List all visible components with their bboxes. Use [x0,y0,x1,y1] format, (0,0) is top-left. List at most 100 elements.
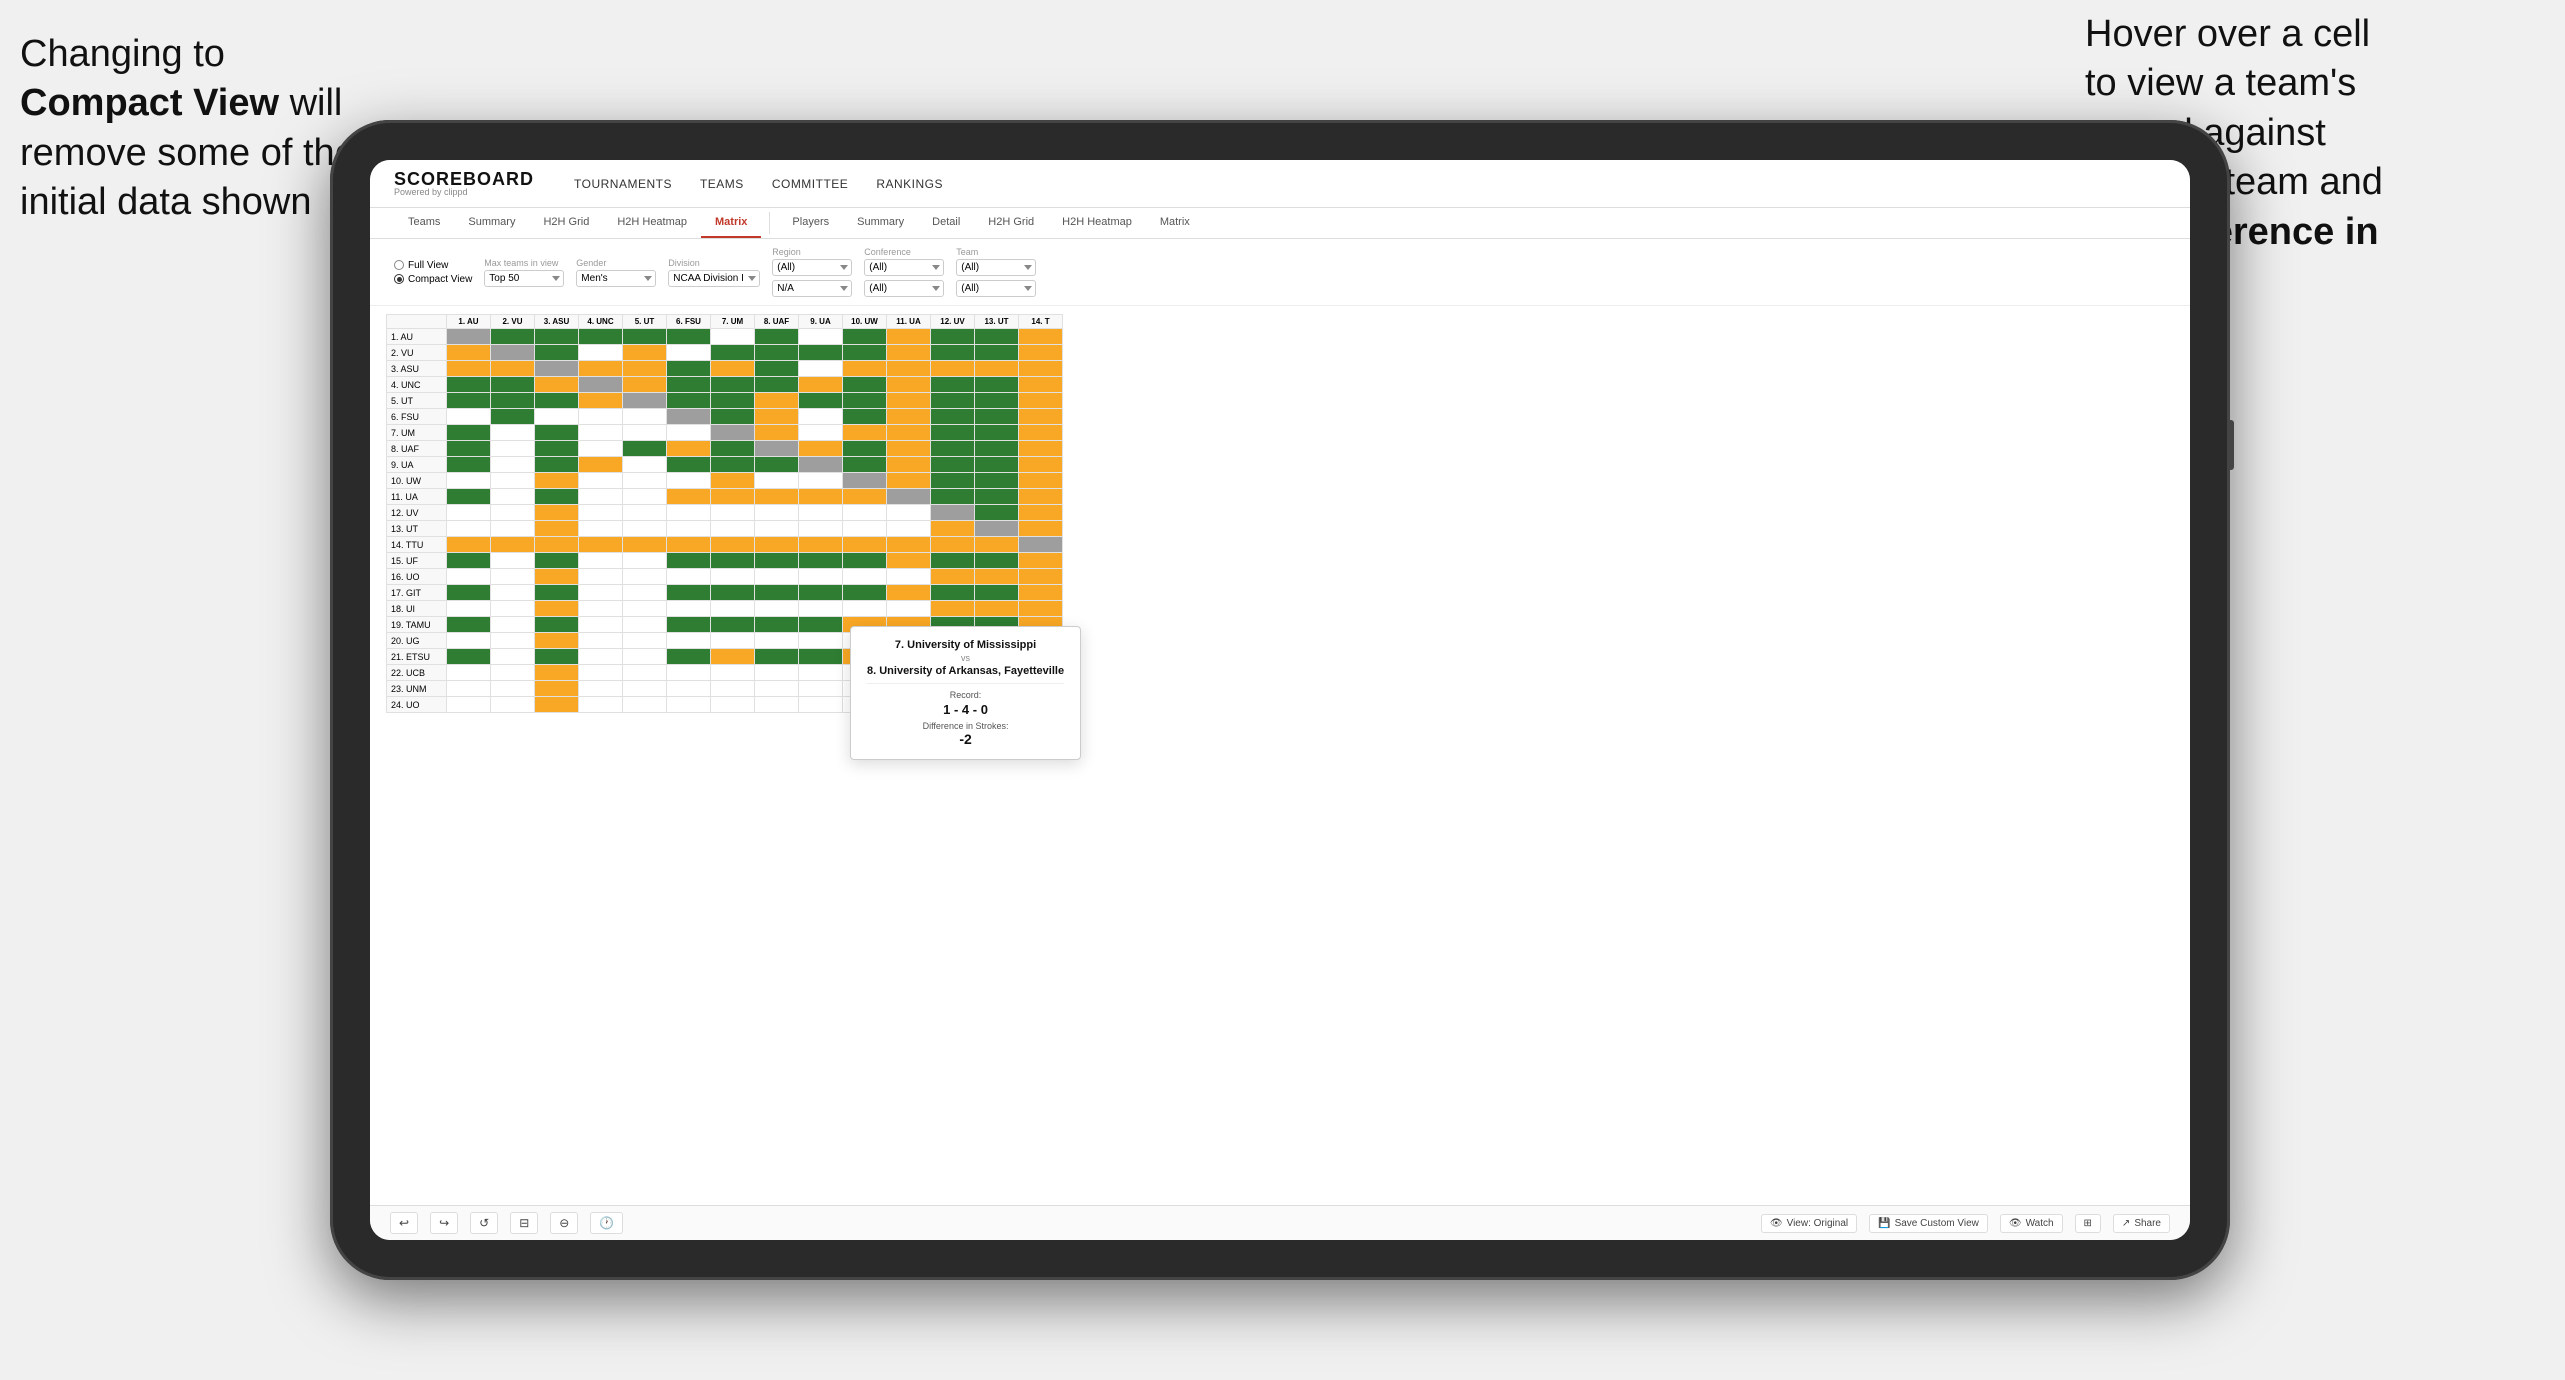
matrix-cell[interactable] [623,601,667,617]
matrix-cell[interactable] [799,489,843,505]
matrix-cell[interactable] [667,681,711,697]
matrix-cell[interactable] [667,505,711,521]
matrix-cell[interactable] [887,409,931,425]
matrix-cell[interactable] [799,329,843,345]
matrix-cell[interactable] [1019,393,1063,409]
matrix-cell[interactable] [755,617,799,633]
matrix-cell[interactable] [491,441,535,457]
matrix-cell[interactable] [843,521,887,537]
matrix-cell[interactable] [623,553,667,569]
filter-max-teams-select[interactable]: Top 50 [484,270,564,287]
matrix-cell[interactable] [535,537,579,553]
matrix-cell[interactable] [491,521,535,537]
matrix-cell[interactable] [711,681,755,697]
matrix-cell[interactable] [711,457,755,473]
matrix-cell[interactable] [931,377,975,393]
matrix-cell[interactable] [931,553,975,569]
matrix-cell[interactable] [579,617,623,633]
matrix-cell[interactable] [711,425,755,441]
matrix-cell[interactable] [799,665,843,681]
matrix-cell[interactable] [447,489,491,505]
matrix-cell[interactable] [623,633,667,649]
matrix-cell[interactable] [931,505,975,521]
matrix-cell[interactable] [491,569,535,585]
matrix-cell[interactable] [755,409,799,425]
matrix-cell[interactable] [667,537,711,553]
matrix-cell[interactable] [623,425,667,441]
matrix-cell[interactable] [579,345,623,361]
matrix-cell[interactable] [887,393,931,409]
matrix-cell[interactable] [667,377,711,393]
matrix-cell[interactable] [711,601,755,617]
matrix-cell[interactable] [667,425,711,441]
matrix-cell[interactable] [975,489,1019,505]
matrix-cell[interactable] [579,425,623,441]
redo-button[interactable]: ↪ [430,1212,458,1234]
matrix-cell[interactable] [843,409,887,425]
matrix-cell[interactable] [447,377,491,393]
matrix-cell[interactable] [535,329,579,345]
matrix-cell[interactable] [887,361,931,377]
matrix-cell[interactable] [447,361,491,377]
matrix-cell[interactable] [535,521,579,537]
matrix-cell[interactable] [975,457,1019,473]
matrix-cell[interactable] [447,473,491,489]
matrix-cell[interactable] [887,329,931,345]
matrix-cell[interactable] [623,585,667,601]
matrix-cell[interactable] [579,473,623,489]
matrix-cell[interactable] [711,553,755,569]
matrix-cell[interactable] [535,585,579,601]
matrix-cell[interactable] [799,409,843,425]
matrix-cell[interactable] [535,601,579,617]
matrix-cell[interactable] [975,569,1019,585]
matrix-cell[interactable] [799,569,843,585]
matrix-cell[interactable] [667,361,711,377]
matrix-cell[interactable] [931,457,975,473]
matrix-cell[interactable] [755,377,799,393]
matrix-cell[interactable] [535,441,579,457]
filter-region-select2[interactable]: N/A [772,280,852,297]
matrix-cell[interactable] [843,601,887,617]
matrix-cell[interactable] [755,553,799,569]
matrix-cell[interactable] [711,649,755,665]
matrix-cell[interactable] [1019,601,1063,617]
matrix-cell[interactable] [887,377,931,393]
matrix-cell[interactable] [711,505,755,521]
matrix-cell[interactable] [843,425,887,441]
matrix-cell[interactable] [1019,489,1063,505]
matrix-cell[interactable] [623,505,667,521]
filter-team-select1[interactable]: (All) [956,259,1036,276]
matrix-cell[interactable] [843,345,887,361]
matrix-cell[interactable] [711,665,755,681]
matrix-cell[interactable] [975,409,1019,425]
matrix-cell[interactable] [491,633,535,649]
matrix-cell[interactable] [667,633,711,649]
matrix-cell[interactable] [711,393,755,409]
matrix-cell[interactable] [1019,345,1063,361]
matrix-cell[interactable] [975,361,1019,377]
matrix-cell[interactable] [623,473,667,489]
tab-matrix2[interactable]: Matrix [1146,208,1204,238]
matrix-cell[interactable] [447,457,491,473]
matrix-cell[interactable] [623,569,667,585]
matrix-cell[interactable] [535,697,579,713]
matrix-cell[interactable] [623,441,667,457]
matrix-cell[interactable] [623,537,667,553]
matrix-cell[interactable] [843,361,887,377]
nav-teams[interactable]: TEAMS [700,177,744,191]
matrix-cell[interactable] [579,633,623,649]
matrix-cell[interactable] [711,441,755,457]
matrix-cell[interactable] [491,409,535,425]
matrix-cell[interactable] [447,665,491,681]
tab-summary1[interactable]: Summary [454,208,529,238]
matrix-cell[interactable] [711,617,755,633]
matrix-cell[interactable] [667,329,711,345]
matrix-cell[interactable] [491,601,535,617]
matrix-cell[interactable] [799,393,843,409]
matrix-cell[interactable] [579,537,623,553]
filter-team-select2[interactable]: (All) [956,280,1036,297]
matrix-cell[interactable] [711,361,755,377]
matrix-cell[interactable] [623,649,667,665]
matrix-cell[interactable] [887,553,931,569]
tab-players[interactable]: Players [778,208,843,238]
